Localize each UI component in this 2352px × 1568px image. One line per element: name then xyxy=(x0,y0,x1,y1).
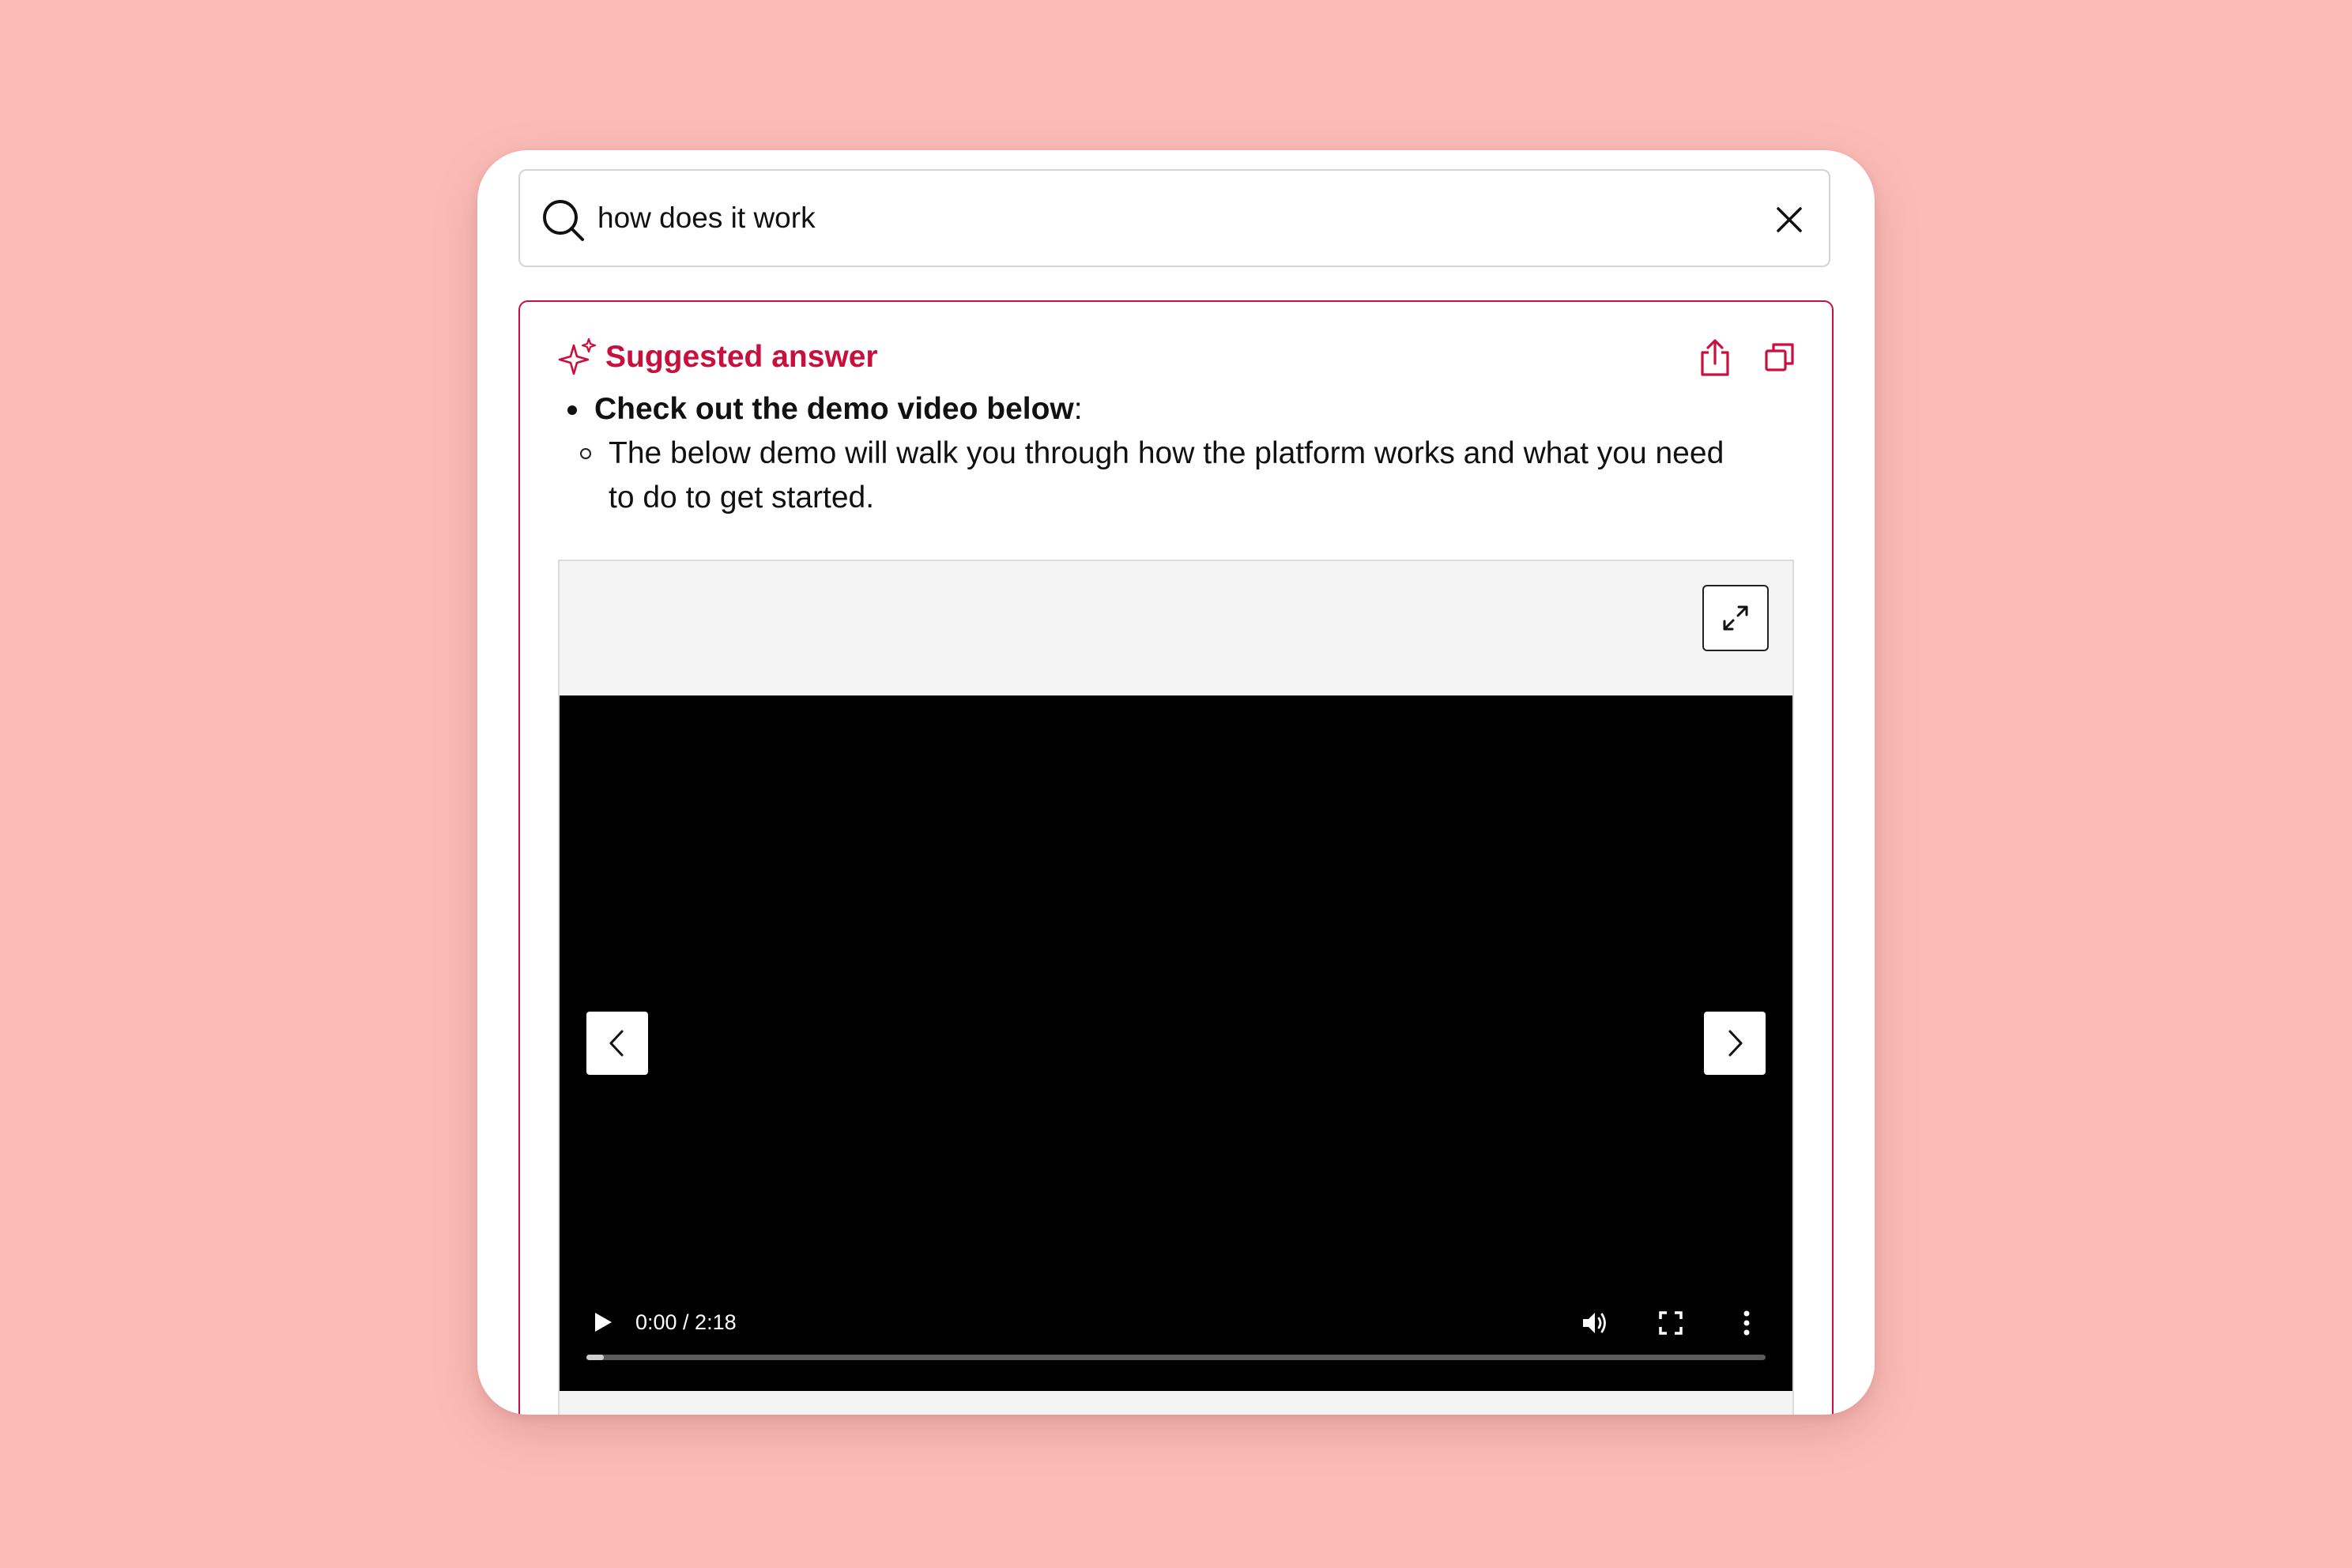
expand-button[interactable] xyxy=(1702,585,1769,651)
video-time: 0:00 / 2:18 xyxy=(635,1310,737,1334)
answer-sub-bullet: The below demo will walk you through how… xyxy=(580,432,1734,520)
video-embed: 0:00 / 2:18 xyxy=(558,560,1794,1415)
copy-icon[interactable] xyxy=(1764,341,1796,373)
bullet-dot xyxy=(567,405,577,415)
search-icon xyxy=(543,200,584,241)
close-icon[interactable] xyxy=(1773,204,1805,236)
answer-header: Suggested answer xyxy=(558,334,878,381)
bullet-bold-text: Check out the demo video below xyxy=(594,392,1074,426)
chevron-right-icon xyxy=(1728,1030,1743,1057)
video-progress-bar[interactable] xyxy=(586,1355,1766,1360)
sub-bullet-circle xyxy=(580,448,591,459)
play-icon[interactable] xyxy=(591,1310,615,1334)
share-icon[interactable] xyxy=(1698,338,1732,378)
search-widget-card: Suggested answer Check out the demo vide… xyxy=(477,150,1875,1415)
bullet-suffix: : xyxy=(1073,392,1083,426)
volume-icon[interactable] xyxy=(1581,1309,1609,1337)
answer-bullet: Check out the demo video below: xyxy=(567,387,1083,432)
more-vertical-icon[interactable] xyxy=(1732,1309,1761,1337)
next-button[interactable] xyxy=(1704,1012,1766,1075)
video-progress-fill xyxy=(586,1355,605,1360)
sub-bullet-text: The below demo will walk you through how… xyxy=(609,436,1724,514)
previous-button[interactable] xyxy=(586,1012,648,1075)
sparkle-icon xyxy=(558,337,597,375)
search-input[interactable] xyxy=(597,193,1704,243)
suggested-answer-panel: Suggested answer Check out the demo vide… xyxy=(518,300,1834,1415)
answer-title: Suggested answer xyxy=(605,340,878,374)
bullet-text: Check out the demo video below: xyxy=(594,387,1083,432)
video-controls: 0:00 / 2:18 xyxy=(560,1296,1792,1391)
chevron-left-icon xyxy=(609,1030,624,1057)
search-bar xyxy=(518,169,1830,267)
expand-icon xyxy=(1723,605,1748,631)
video-player[interactable]: 0:00 / 2:18 xyxy=(560,695,1792,1391)
fullscreen-icon[interactable] xyxy=(1658,1310,1683,1336)
